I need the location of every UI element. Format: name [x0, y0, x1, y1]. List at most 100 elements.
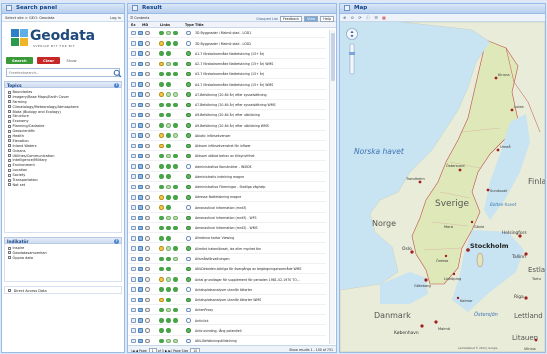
link-icon[interactable]: [159, 256, 164, 262]
type-icon[interactable]: [186, 318, 191, 323]
type-icon[interactable]: [186, 153, 191, 159]
link-icon[interactable]: [159, 82, 164, 87]
result-row[interactable]: A1-7 förskoleområde Nattetskning (15+ år…: [128, 49, 326, 59]
document-icon[interactable]: [131, 205, 136, 210]
result-row[interactable]: A7-Befolkning (20-64 år) efter sysselsät…: [128, 100, 326, 111]
result-title[interactable]: Allsmålsförvaltningen: [195, 257, 230, 261]
link-icon[interactable]: [159, 277, 164, 282]
result-title[interactable]: A7-Befolkning (20-64 år) efter sysselsät…: [195, 103, 275, 107]
document-icon[interactable]: [131, 195, 136, 200]
download-icon[interactable]: [173, 92, 178, 97]
document-icon[interactable]: [131, 102, 136, 108]
print-icon[interactable]: ▦: [382, 15, 386, 20]
map-preview-icon[interactable]: [138, 92, 143, 97]
service-icon[interactable]: [166, 112, 171, 118]
result-row[interactable]: Anticlick: [128, 315, 326, 326]
type-icon[interactable]: [186, 51, 191, 56]
document-icon[interactable]: [131, 51, 136, 56]
result-row[interactable]: AntenProxy: [128, 305, 326, 316]
service-icon[interactable]: [166, 123, 171, 128]
direct-access-row[interactable]: Direct Access Data: [4, 286, 122, 294]
topic-checkbox[interactable]: [8, 124, 11, 128]
result-row[interactable]: Aktsam utökat behov av tillsynsfrihet: [128, 151, 326, 162]
result-row[interactable]: Aeronautical Information (mnt3) - WFS: [128, 213, 326, 223]
service-icon[interactable]: [166, 195, 171, 200]
type-icon[interactable]: [186, 92, 191, 97]
metadata-icon[interactable]: [145, 30, 150, 36]
result-row[interactable]: 3D Byggnader i Malmö stad - LOD2: [128, 38, 326, 49]
topic-checkbox[interactable]: [8, 163, 11, 167]
show-link[interactable]: Show: [64, 57, 78, 64]
type-icon[interactable]: [186, 112, 191, 118]
topic-checkbox[interactable]: [8, 110, 11, 114]
first-page-icon[interactable]: |◀: [131, 349, 135, 353]
download-icon[interactable]: [173, 123, 178, 128]
result-title[interactable]: Administrativa Konstrukter - INSIDE: [195, 165, 252, 169]
download-icon[interactable]: [173, 195, 178, 200]
metadata-icon[interactable]: [145, 164, 150, 169]
type-icon[interactable]: [186, 256, 191, 262]
map-preview-icon[interactable]: [138, 102, 143, 108]
result-row[interactable]: Aeronautical Information (mnt3) - WMS: [128, 223, 326, 234]
metadata-icon[interactable]: [145, 256, 150, 262]
result-title[interactable]: Antal grundlagar för supplement för peri…: [195, 278, 300, 282]
view-chip[interactable]: View: [304, 15, 319, 22]
result-title[interactable]: A2-7 förskoleområde Nattetskning (15+ år…: [195, 62, 273, 66]
link-icon[interactable]: [159, 236, 164, 241]
link-icon[interactable]: [159, 51, 164, 56]
metadata-icon[interactable]: [145, 287, 150, 292]
service-icon[interactable]: [166, 287, 171, 292]
result-row[interactable]: A9-Befolkning (20-64 år) efter utbildnin…: [128, 110, 326, 121]
link-icon[interactable]: [159, 225, 164, 231]
result-title[interactable]: Antiruninding, lång potentiell: [195, 329, 242, 333]
topic-checkbox[interactable]: [8, 144, 11, 148]
result-row[interactable]: Aeronautical Information (mnt3): [128, 202, 326, 213]
map-preview-icon[interactable]: [138, 71, 143, 77]
download-icon[interactable]: [173, 102, 178, 108]
map-preview-icon[interactable]: [138, 256, 143, 262]
download-icon[interactable]: [173, 184, 178, 190]
link-icon[interactable]: [159, 133, 164, 138]
help-chip[interactable]: Help: [320, 15, 334, 22]
link-icon[interactable]: [159, 164, 164, 169]
map-preview-icon[interactable]: [138, 51, 143, 56]
scrollbar-thumb[interactable]: [331, 33, 335, 81]
type-icon[interactable]: [186, 71, 191, 77]
service-icon[interactable]: [166, 61, 171, 67]
help-icon[interactable]: ?: [114, 238, 119, 244]
document-icon[interactable]: [131, 328, 136, 333]
metadata-icon[interactable]: [145, 61, 150, 67]
result-title[interactable]: 3D Byggnader i Malmö stad - LOD1: [195, 31, 251, 35]
service-icon[interactable]: [166, 277, 171, 282]
map-preview-icon[interactable]: [138, 307, 143, 313]
search-icon[interactable]: [113, 69, 122, 78]
service-icon[interactable]: [166, 71, 171, 77]
link-icon[interactable]: [159, 338, 164, 344]
topic-checkbox[interactable]: [8, 119, 11, 123]
result-row[interactable]: Allsmålsförvaltningen: [128, 254, 326, 264]
service-icon[interactable]: [166, 41, 171, 46]
link-icon[interactable]: [159, 307, 164, 313]
document-icon[interactable]: [131, 153, 136, 159]
last-page-icon[interactable]: ▶|: [168, 349, 172, 353]
document-icon[interactable]: [131, 246, 136, 251]
result-title[interactable]: Adresse Nattetskning magne: [195, 195, 241, 199]
result-title[interactable]: A3-7 förskoleområde Nattetskning (15+ år…: [195, 72, 264, 76]
result-row[interactable]: Administrativa Föreningar - Statliga väg…: [128, 182, 326, 193]
link-icon[interactable]: [159, 112, 164, 118]
metadata-icon[interactable]: [145, 41, 150, 46]
document-icon[interactable]: [131, 30, 136, 36]
result-title[interactable]: Aktsam utökat behov av tillsynsfrihet: [195, 154, 255, 158]
type-icon[interactable]: [186, 338, 191, 344]
service-icon[interactable]: [166, 328, 171, 333]
map-preview-icon[interactable]: [138, 123, 143, 128]
type-icon[interactable]: [186, 143, 191, 149]
type-icon[interactable]: [186, 246, 191, 251]
metadata-icon[interactable]: [145, 225, 150, 231]
type-icon[interactable]: [186, 61, 191, 67]
map-preview-icon[interactable]: [138, 61, 143, 67]
service-icon[interactable]: [166, 338, 171, 344]
metadata-icon[interactable]: [145, 215, 150, 221]
metadata-icon[interactable]: [145, 82, 150, 87]
topic-checkbox[interactable]: [8, 129, 11, 133]
